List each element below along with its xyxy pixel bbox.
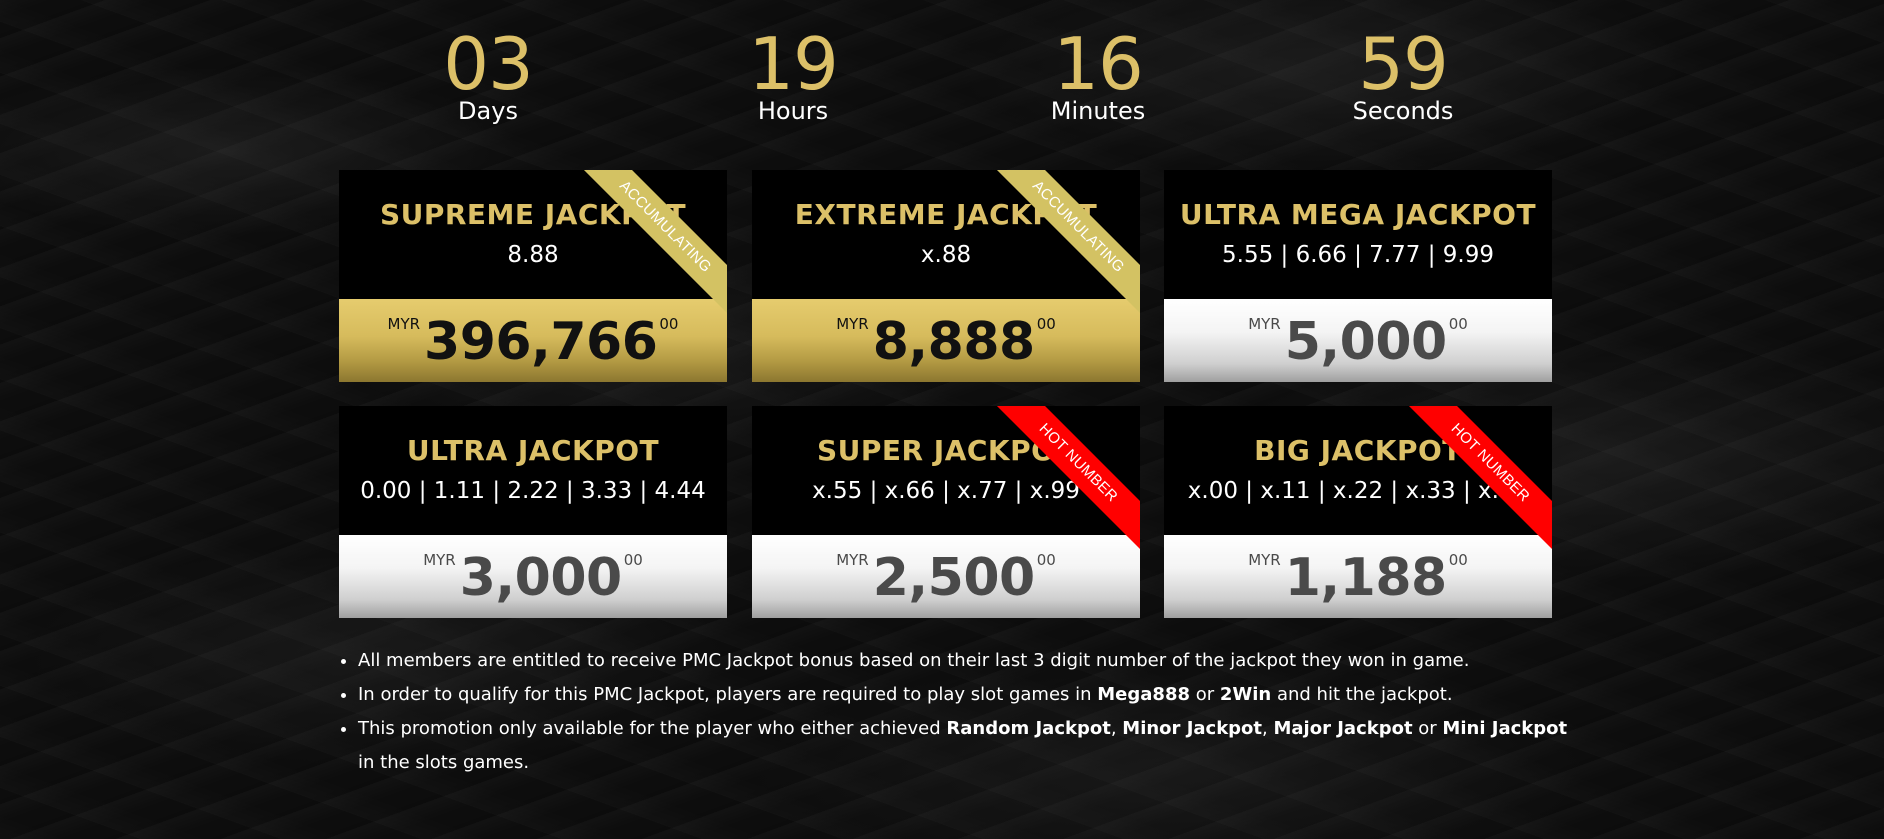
terms-bold-2win: 2Win [1219, 684, 1272, 705]
jackpot-title: ULTRA MEGA JACKPOT [1179, 198, 1537, 231]
terms-bold-mega888: Mega888 [1097, 684, 1190, 705]
countdown-days-value: 03 [443, 22, 534, 106]
prize-amount: 396,766 [424, 312, 658, 372]
countdown-timer: 03 Days 19 Hours 16 Minutes 59 Seconds [0, 28, 1884, 128]
terms-text: In order to qualify for this PMC Jackpot… [358, 684, 1098, 705]
jackpot-prize: MYR5,000 00 [1164, 299, 1552, 382]
terms-bold-random-jackpot: Random Jackpot [946, 718, 1111, 739]
prize-amount: 5,000 [1284, 312, 1447, 372]
jackpot-numbers: 5.55 | 6.66 | 7.77 | 9.99 [1222, 242, 1494, 268]
terms-text: , [1110, 718, 1123, 739]
terms-bold-major-jackpot: Major Jackpot [1273, 718, 1413, 739]
jackpot-prize: MYR1,188 00 [1164, 535, 1552, 618]
countdown-minutes: 16 Minutes [998, 28, 1198, 124]
prize-decimals: 00 [1036, 315, 1056, 333]
terms-text: or [1190, 684, 1220, 705]
prize-amount: 3,000 [459, 548, 622, 608]
promotion-terms-list: All members are entitled to receive PMC … [340, 644, 1578, 780]
terms-bold-mini-jackpot: Mini Jackpot [1442, 718, 1568, 739]
prize-decimals: 00 [1448, 551, 1468, 569]
terms-item: All members are entitled to receive PMC … [358, 644, 1578, 678]
jackpot-card-ultra-mega: ULTRA MEGA JACKPOT 5.55 | 6.66 | 7.77 | … [1164, 170, 1552, 382]
countdown-minutes-value: 16 [1053, 22, 1144, 106]
terms-text: , [1262, 718, 1274, 739]
jackpot-title: ULTRA JACKPOT [406, 434, 660, 467]
prize-decimals: 00 [623, 551, 643, 569]
countdown-days: 03 Days [388, 28, 588, 124]
prize-decimals: 00 [659, 315, 679, 333]
currency-label: MYR [836, 315, 869, 333]
prize-decimals: 00 [1448, 315, 1468, 333]
jackpot-prize: MYR3,000 00 [339, 535, 727, 618]
jackpot-card-super: SUPER JACKPOT x.55 | x.66 | x.77 | x.99 … [752, 406, 1140, 618]
countdown-hours-value: 19 [748, 22, 839, 106]
terms-item: This promotion only available for the pl… [358, 712, 1578, 780]
terms-text: All members are entitled to receive PMC … [358, 650, 1470, 671]
jackpot-numbers: 0.00 | 1.11 | 2.22 | 3.33 | 4.44 [360, 478, 706, 504]
currency-label: MYR [387, 315, 421, 333]
jackpot-prize: MYR8,888 00 [752, 299, 1140, 382]
countdown-seconds: 59 Seconds [1303, 28, 1503, 124]
countdown-minutes-label: Minutes [1050, 97, 1146, 125]
countdown-hours-label: Hours [757, 97, 829, 125]
terms-bold-minor-jackpot: Minor Jackpot [1122, 718, 1263, 739]
prize-amount: 1,188 [1284, 548, 1447, 608]
countdown-seconds-label: Seconds [1352, 97, 1454, 125]
currency-label: MYR [1248, 315, 1281, 333]
terms-text: or [1412, 718, 1443, 739]
jackpot-card-big: BIG JACKPOT x.00 | x.11 | x.22 | x.33 | … [1164, 406, 1552, 618]
terms-text: This promotion only available for the pl… [358, 718, 947, 739]
jackpot-prize: MYR2,500 00 [752, 535, 1140, 618]
jackpot-prize: MYR396,766 00 [339, 299, 727, 382]
jackpot-card-ultra: ULTRA JACKPOT 0.00 | 1.11 | 2.22 | 3.33 … [339, 406, 727, 618]
terms-text: in the slots games. [358, 752, 530, 773]
terms-item: In order to qualify for this PMC Jackpot… [358, 678, 1578, 712]
currency-label: MYR [836, 551, 869, 569]
countdown-days-label: Days [458, 97, 518, 125]
prize-amount: 8,888 [872, 312, 1035, 372]
currency-label: MYR [423, 551, 456, 569]
prize-amount: 2,500 [872, 548, 1035, 608]
jackpot-card-supreme: SUPREME JACKPOT 8.88 MYR396,766 00 ACCUMU… [339, 170, 727, 382]
countdown-hours: 19 Hours [693, 28, 893, 124]
countdown-seconds-value: 59 [1358, 22, 1449, 106]
prize-decimals: 00 [1036, 551, 1056, 569]
jackpot-card-extreme: EXTREME JACKPOT x.88 MYR8,888 00 ACCUMULA… [752, 170, 1140, 382]
currency-label: MYR [1248, 551, 1281, 569]
terms-text: and hit the jackpot. [1271, 684, 1453, 705]
